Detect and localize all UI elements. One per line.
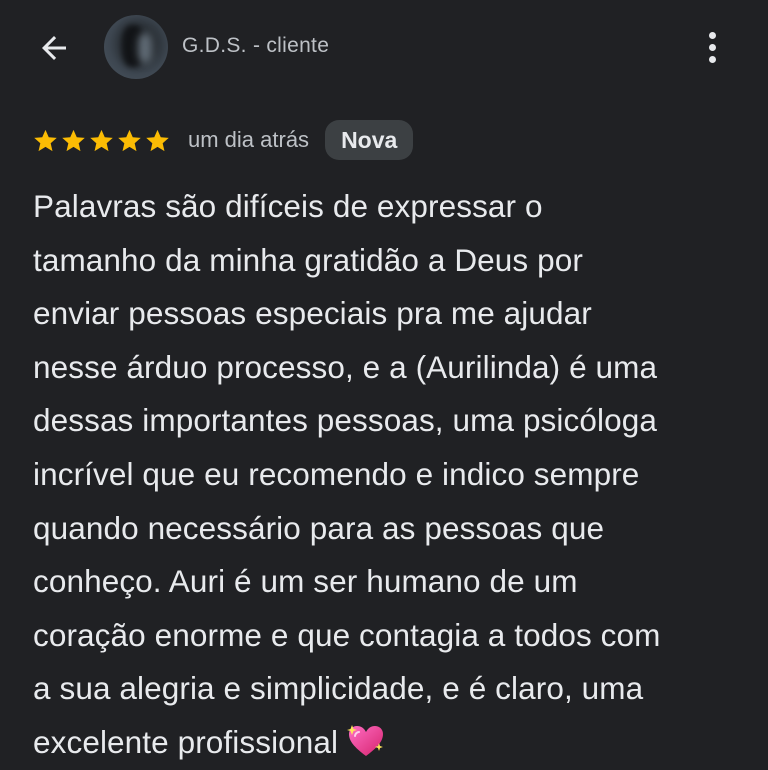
review-line: enviar pessoas especiais pra me ajudar (33, 295, 592, 332)
review-line: excelente profissional (33, 723, 339, 760)
review-line: Palavras são difíceis de expressar o (33, 188, 543, 224)
star-icon (118, 129, 141, 151)
review-text: Palavras são difíceis de expressar o tam… (33, 180, 748, 770)
review-line: tamanho da minha gratidão a Deus por (33, 241, 583, 278)
star-icon (146, 129, 169, 151)
review-line: dessas importantes pessoas, uma psicólog… (33, 402, 657, 439)
star-icon (90, 129, 113, 151)
review-last-line: excelente profissional (33, 716, 748, 770)
review-time: um dia atrás (188, 127, 310, 152)
review-line: conheço. Auri é um ser humano de um (33, 563, 578, 600)
avatar[interactable] (104, 15, 168, 79)
review-line: a sua alegria e simplicidade, e é claro,… (33, 670, 644, 707)
review-line: incrível que eu recomendo e indico sempr… (33, 455, 640, 492)
arrow-left-icon (42, 36, 66, 60)
sparkling-heart-icon (347, 724, 384, 756)
review-line: nesse árduo processo, e a (Aurilinda) é … (33, 348, 658, 385)
review-header: G.D.S. - cliente (0, 0, 768, 95)
review-meta: um dia atrás Nova (32, 119, 414, 161)
author-name[interactable]: G.D.S. - cliente (182, 34, 329, 58)
star-icon (62, 129, 85, 151)
review-line: coração enorme e que contagia a todos co… (33, 616, 661, 653)
review-line: quando necessário para as pessoas que (33, 509, 605, 546)
new-badge: Nova (325, 120, 414, 160)
star-icon (34, 129, 57, 151)
more-vert-icon (708, 31, 716, 39)
more-options-button[interactable] (690, 22, 734, 72)
back-button[interactable] (30, 24, 78, 72)
star-rating (32, 127, 171, 154)
